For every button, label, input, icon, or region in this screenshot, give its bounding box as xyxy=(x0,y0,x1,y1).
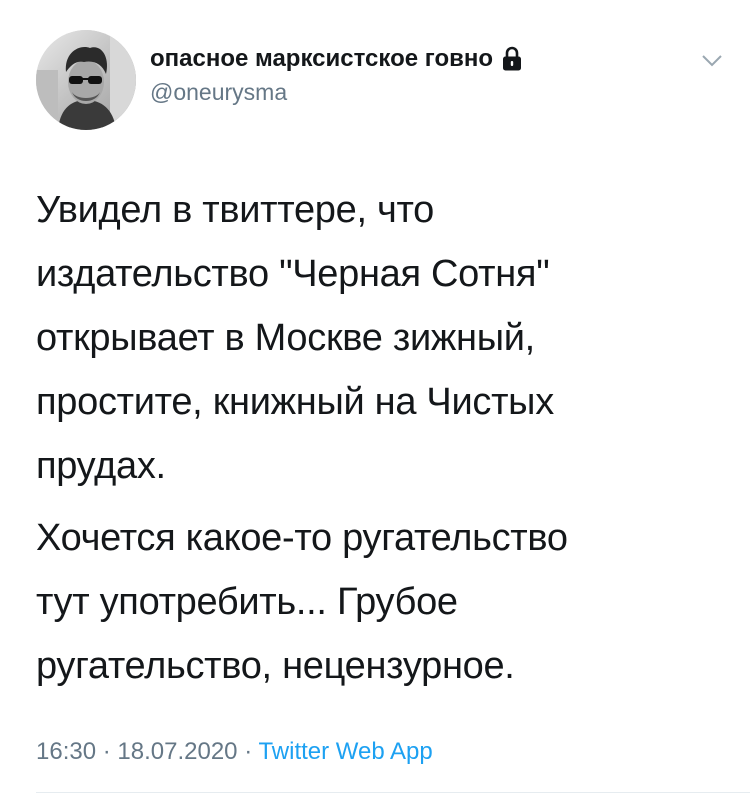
chevron-down-icon[interactable] xyxy=(698,46,726,74)
author-handle[interactable]: @oneurysma xyxy=(150,77,523,107)
tweet-paragraph: Увидел в твиттере, что издательство "Чер… xyxy=(36,178,726,498)
tweet-line: издательство "Черная Сотня" xyxy=(36,253,550,295)
tweet-line: прудах. xyxy=(36,445,166,487)
tweet-meta: 16:30 · 18.07.2020 · Twitter Web App xyxy=(36,736,433,768)
tweet-line: простите, книжный на Чистых xyxy=(36,381,554,423)
tweet-line: Увидел в твиттере, что xyxy=(36,189,434,231)
author-names: опасное марксистское говно @oneurysma xyxy=(150,44,523,107)
tweet-line: открывает в Москве зижный, xyxy=(36,317,535,359)
tweet-source-link[interactable]: Twitter Web App xyxy=(258,738,432,765)
tweet-date[interactable]: 18.07.2020 xyxy=(117,738,237,765)
tweet-time[interactable]: 16:30 xyxy=(36,738,96,765)
tweet-line: тут употребить... Грубое xyxy=(36,581,458,623)
lock-icon xyxy=(503,46,522,71)
meta-separator: · xyxy=(102,738,111,765)
tweet-paragraph: Хочется какое-то ругательство тут употре… xyxy=(36,506,726,698)
display-name-row[interactable]: опасное марксистское говно xyxy=(150,44,523,74)
avatar-photo xyxy=(36,30,136,130)
divider xyxy=(36,792,750,793)
avatar[interactable] xyxy=(36,30,136,130)
tweet-text: Увидел в твиттере, что издательство "Чер… xyxy=(36,178,726,698)
display-name[interactable]: опасное марксистское говно xyxy=(150,44,493,74)
tweet-line: ругательство, нецензурное. xyxy=(36,645,515,687)
meta-separator: · xyxy=(244,738,253,765)
tweet-line: Хочется какое-то ругательство xyxy=(36,517,568,559)
tweet-header: опасное марксистское говно @oneurysma xyxy=(36,30,726,130)
